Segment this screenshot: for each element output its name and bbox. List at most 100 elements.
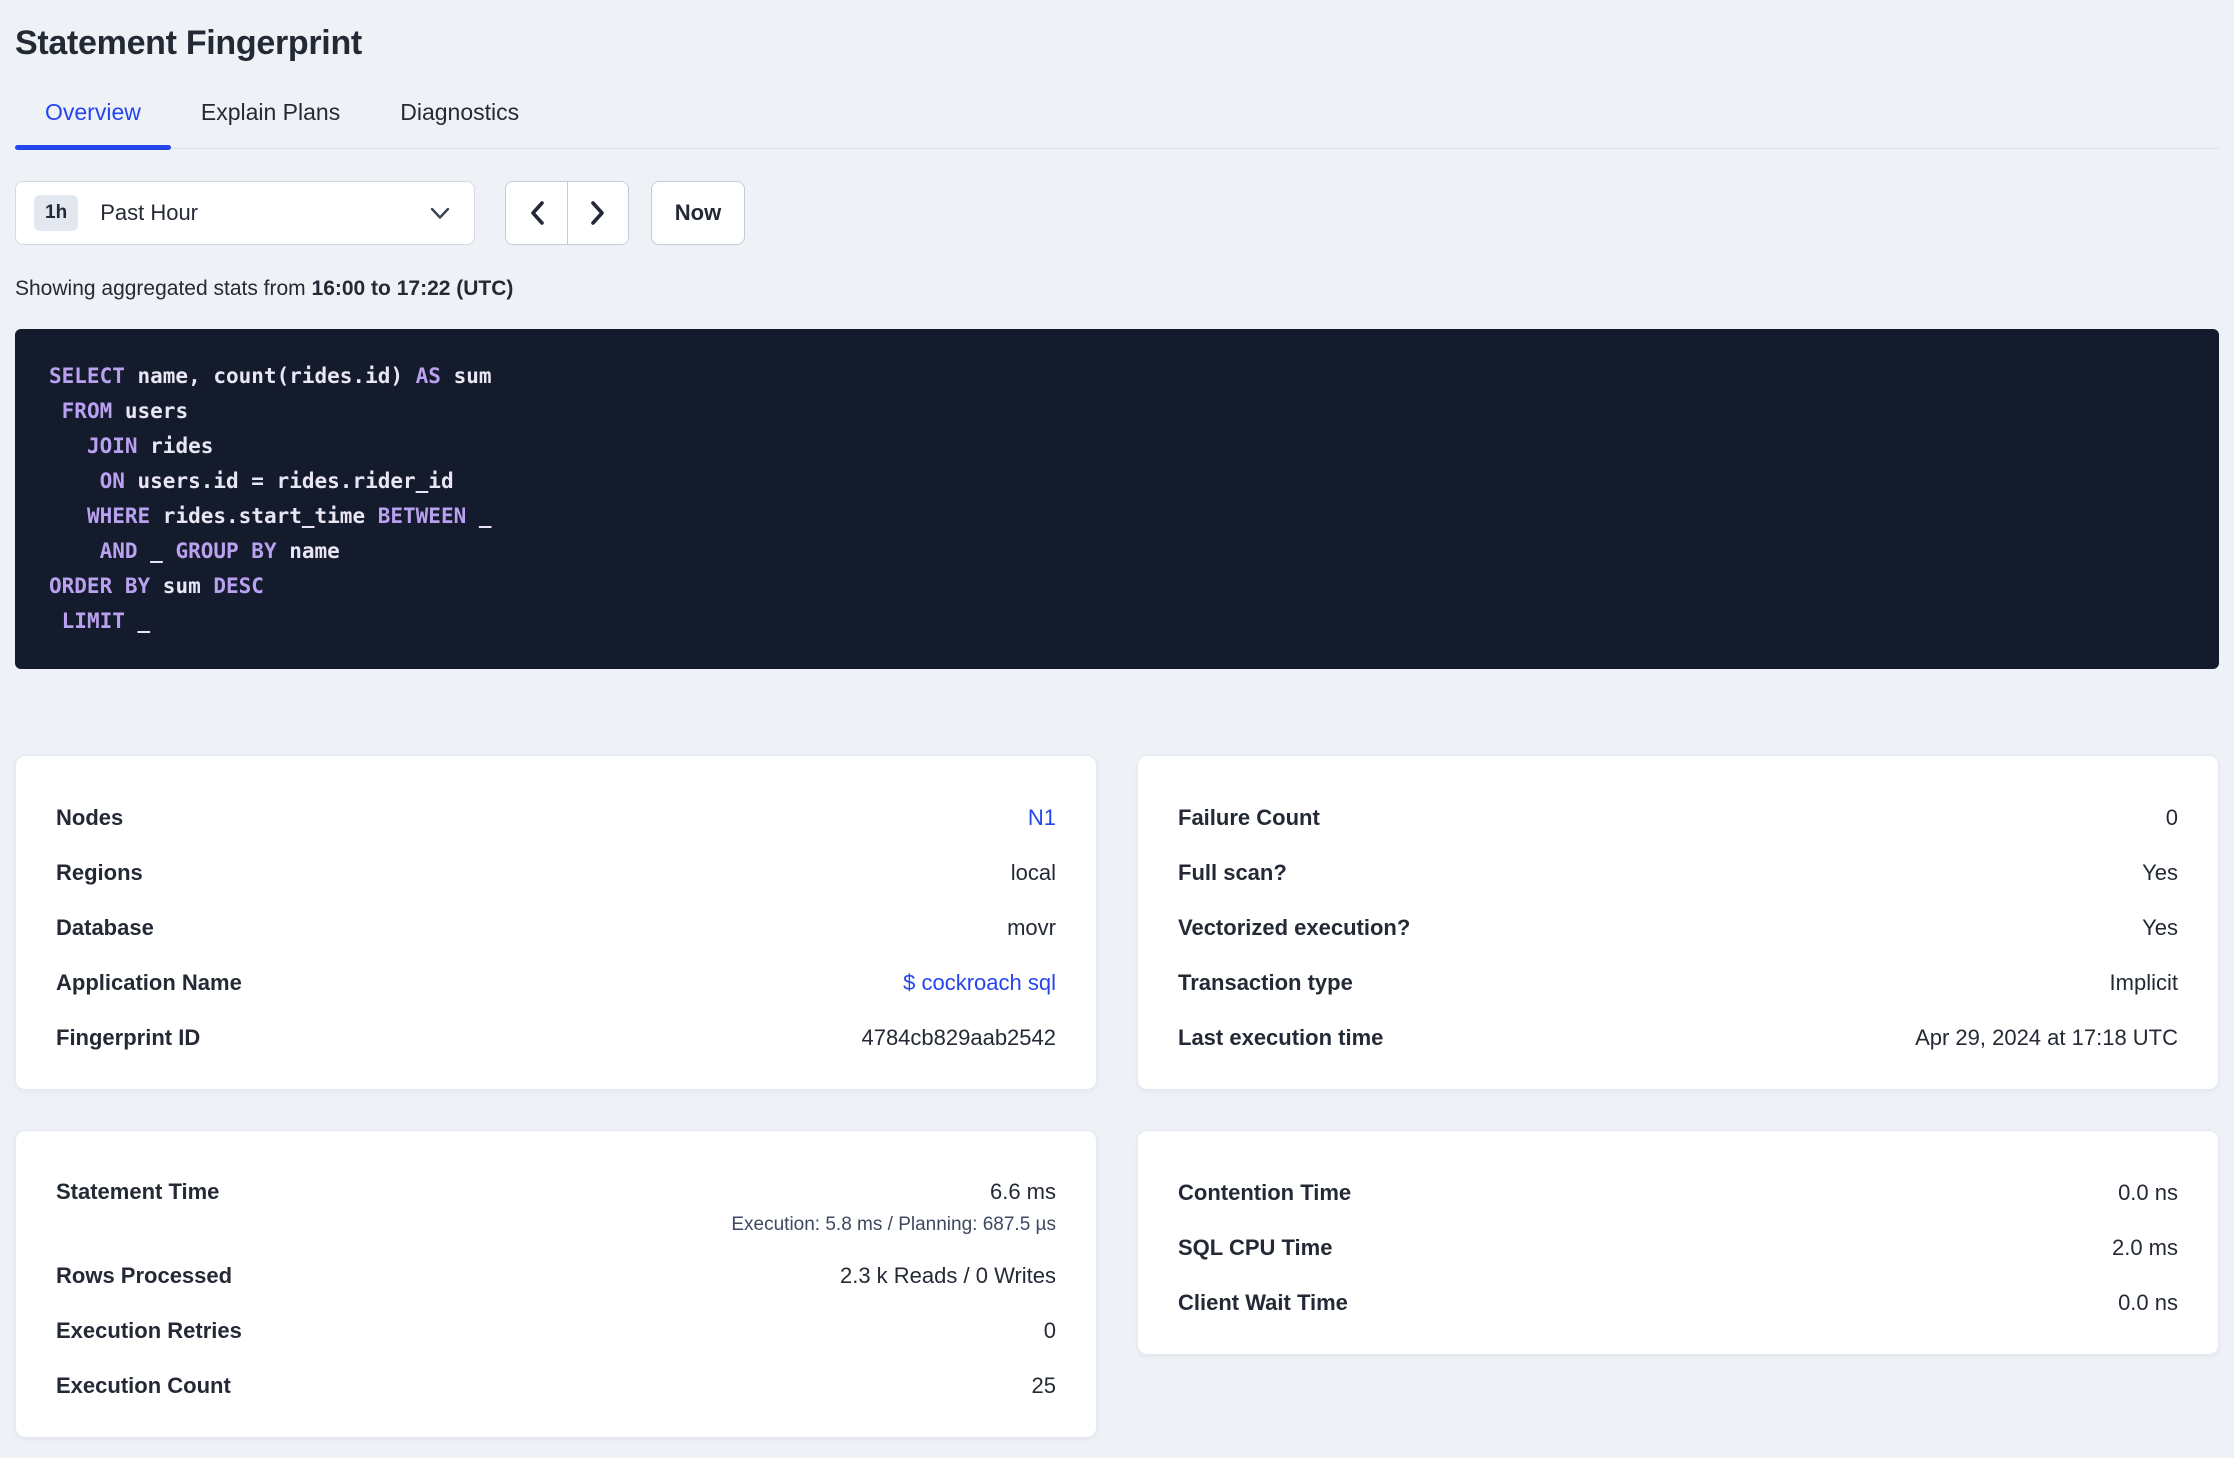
card-row: Contention Time 0.0 ns [1178, 1165, 2178, 1220]
row-value-wrap: Apr 29, 2024 at 17:18 UTC [1915, 1023, 2178, 1053]
sql-statement-box: SELECT name, count(rides.id) AS sum FROM… [15, 329, 2219, 669]
row-value: 2.3 k Reads / 0 Writes [839, 1262, 1056, 1288]
row-value: 6.6 ms [989, 1179, 1056, 1204]
row-value: Apr 29, 2024 at 17:18 UTC [1915, 1024, 2178, 1050]
row-label: Contention Time [1178, 1179, 1352, 1205]
row-value-wrap: Yes [2142, 858, 2178, 888]
card-row: Failure Count 0 [1178, 790, 2178, 845]
card-row: Rows Processed 2.3 k Reads / 0 Writes [56, 1248, 1056, 1303]
row-value-wrap: 0 [2166, 803, 2178, 833]
row-value-wrap: N1 [1028, 803, 1056, 833]
next-time-button[interactable] [567, 182, 628, 244]
row-label: Execution Retries [56, 1317, 242, 1343]
card-row: Regions local [56, 845, 1056, 900]
card-row: Database movr [56, 900, 1056, 955]
row-label: Application Name [56, 969, 242, 995]
card-row: Client Wait Time 0.0 ns [1178, 1275, 2178, 1330]
card-row: Execution Count 25 [56, 1358, 1056, 1413]
sql-line: LIMIT _ [61, 609, 151, 633]
row-value-link[interactable]: N1 [1028, 803, 1056, 833]
tab-diagnostics[interactable]: Diagnostics [370, 99, 549, 148]
wait-timing-card: Contention Time 0.0 ns SQL CPU Time 2.0 ms C… [1137, 1130, 2219, 1355]
stats-summary-range: 16:00 to 17:22 (UTC) [311, 277, 514, 300]
time-range-dropdown[interactable]: 1h Past Hour [15, 181, 475, 245]
card-row: Execution Retries 0 [56, 1303, 1056, 1358]
card-row: Transaction type Implicit [1178, 955, 2178, 1010]
tab-bar: Overview Explain Plans Diagnostics [15, 99, 2219, 150]
row-value-wrap: 6.6 ms Execution: 5.8 ms / Planning: 687.… [731, 1177, 1056, 1238]
row-label: Rows Processed [56, 1262, 233, 1288]
row-value-wrap: 0.0 ns [2118, 1178, 2178, 1208]
row-value: 2.0 ms [2111, 1234, 2178, 1260]
card-row: Vectorized execution? Yes [1178, 900, 2178, 955]
row-value: local [1010, 859, 1056, 885]
row-label: SQL CPU Time [1178, 1234, 1333, 1260]
tab-explain-plans[interactable]: Explain Plans [171, 99, 370, 148]
row-label: Nodes [56, 804, 124, 830]
details-cards-row: Nodes N1 Regions local Database movr Applicati… [15, 755, 2219, 1090]
row-value-wrap: $ cockroach sql [903, 968, 1056, 998]
card-row: Nodes N1 [56, 790, 1056, 845]
card-row: Statement Time 6.6 ms Execution: 5.8 ms / … [56, 1165, 1056, 1248]
row-value: Yes [2142, 859, 2178, 885]
row-value-wrap: movr [1007, 913, 1056, 943]
row-label: Statement Time [56, 1179, 220, 1204]
row-label: Last execution time [1178, 1024, 1384, 1050]
row-value-wrap: 4784cb829aab2542 [861, 1023, 1056, 1053]
row-value-wrap: 2.0 ms [2112, 1233, 2178, 1263]
sql-line: ORDER BY sum DESC [49, 574, 264, 598]
row-value: 0.0 ns [2118, 1179, 2178, 1205]
sql-line: FROM users [61, 399, 189, 423]
timing-cards-row: Statement Time 6.6 ms Execution: 5.8 ms / … [15, 1130, 2219, 1438]
card-row: Full scan? Yes [1178, 845, 2178, 900]
sql-line: SELECT name, count(rides.id) AS sum [49, 364, 492, 388]
sql-line: ON users.id = rides.rider_id [99, 469, 454, 493]
row-value: movr [1007, 914, 1056, 940]
card-row: Application Name $ cockroach sql [56, 955, 1056, 1010]
row-value-wrap: Implicit [2110, 968, 2178, 998]
chevron-down-icon [430, 207, 450, 220]
card-row: Fingerprint ID 4784cb829aab2542 [56, 1010, 1056, 1065]
row-value: 0.0 ns [2118, 1289, 2178, 1315]
row-value-wrap: 2.3 k Reads / 0 Writes [840, 1261, 1056, 1291]
row-value: Yes [2142, 914, 2178, 940]
row-label: Failure Count [1178, 804, 1320, 830]
row-value-link[interactable]: $ cockroach sql [903, 968, 1056, 998]
row-label: Database [56, 914, 154, 940]
card-row: SQL CPU Time 2.0 ms [1178, 1220, 2178, 1275]
chevron-right-icon [590, 200, 606, 226]
sql-line: WHERE rides.start_time BETWEEN _ [86, 504, 492, 528]
tab-overview[interactable]: Overview [15, 99, 171, 150]
row-label: Vectorized execution? [1178, 914, 1411, 940]
sql-line: AND _ GROUP BY name [99, 539, 340, 563]
time-controls: 1h Past Hour Now [15, 181, 2219, 245]
row-label: Client Wait Time [1178, 1289, 1348, 1315]
execution-attributes-card: Failure Count 0 Full scan? Yes Vectorized ex… [1137, 755, 2219, 1090]
statement-timing-card: Statement Time 6.6 ms Execution: 5.8 ms / … [15, 1130, 1097, 1438]
row-value-wrap: Yes [2142, 913, 2178, 943]
card-row: Last execution time Apr 29, 2024 at 17:18… [1178, 1010, 2178, 1065]
stats-summary-prefix: Showing aggregated stats from [15, 277, 306, 300]
statement-details-card: Nodes N1 Regions local Database movr Applicati… [15, 755, 1097, 1090]
row-label: Fingerprint ID [56, 1024, 201, 1050]
row-value: 4784cb829aab2542 [861, 1024, 1056, 1050]
row-value: 0 [1043, 1317, 1056, 1343]
statement-fingerprint-page: Statement Fingerprint Overview Explain Pl… [0, 24, 2234, 1438]
interval-badge: 1h [34, 195, 79, 231]
previous-time-button[interactable] [506, 182, 567, 244]
time-nav-group [505, 181, 629, 245]
row-subvalue: Execution: 5.8 ms / Planning: 687.5 µs [731, 1214, 1056, 1235]
sql-line: JOIN rides [86, 434, 214, 458]
row-label: Transaction type [1178, 969, 1353, 995]
row-value-wrap: 0.0 ns [2118, 1288, 2178, 1318]
row-value-wrap: 0 [1044, 1316, 1056, 1346]
now-button[interactable]: Now [651, 181, 745, 245]
chevron-left-icon [529, 200, 545, 226]
row-label: Full scan? [1178, 859, 1287, 885]
row-value: 0 [2165, 804, 2178, 830]
row-value: Implicit [2109, 969, 2178, 995]
row-label: Execution Count [56, 1372, 231, 1398]
page-title: Statement Fingerprint [15, 24, 362, 62]
row-label: Regions [56, 859, 143, 885]
row-value-wrap: local [1011, 858, 1056, 888]
